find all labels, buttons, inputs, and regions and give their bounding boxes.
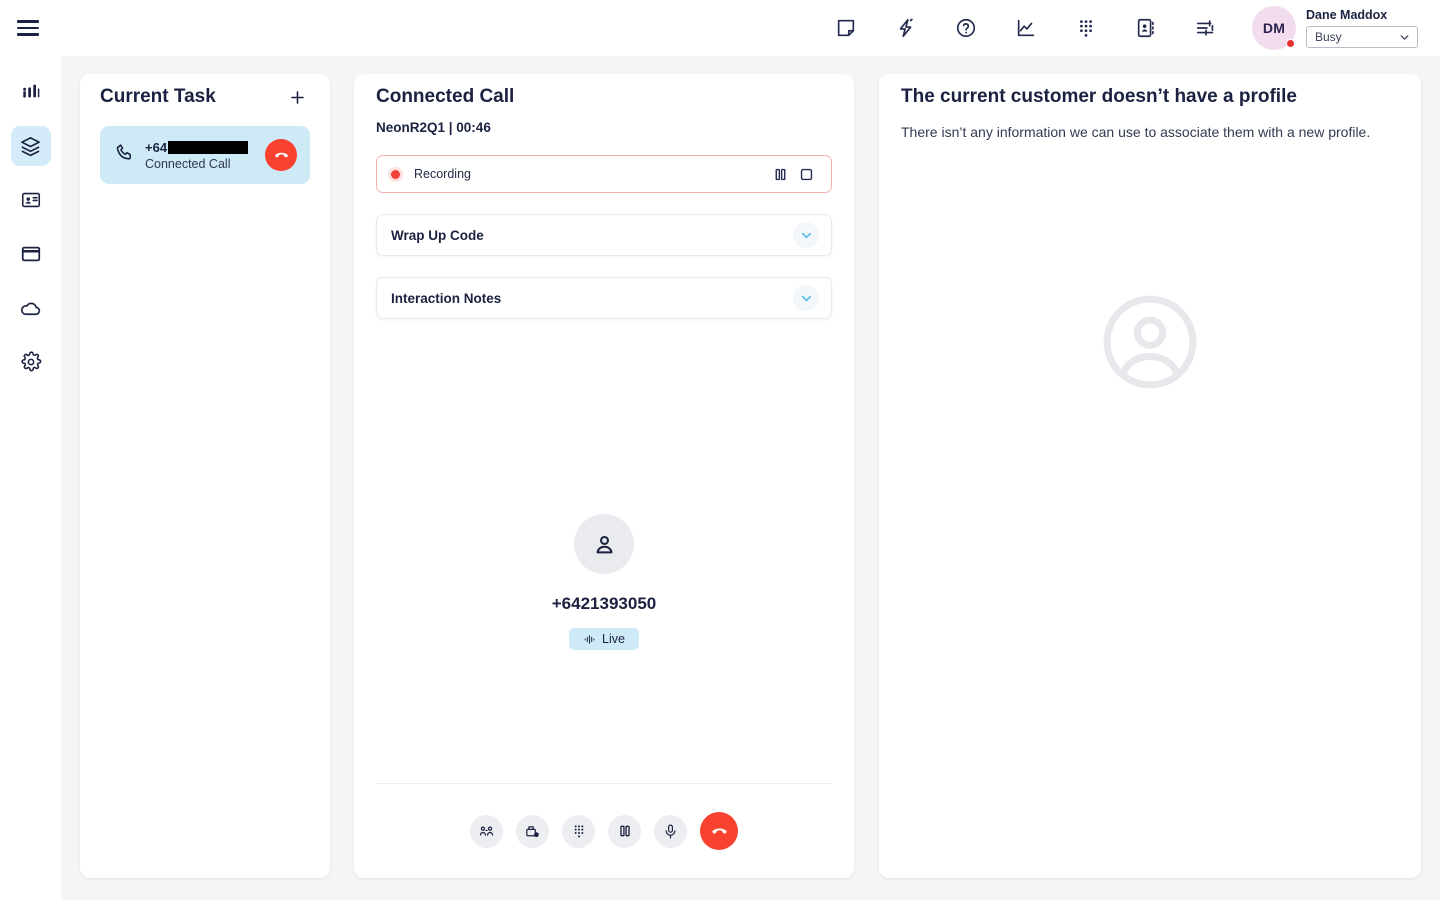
sidebar-item-settings[interactable] bbox=[11, 342, 51, 382]
top-bar: DM Dane Maddox Busy bbox=[0, 0, 1440, 56]
phone-hangup-icon bbox=[273, 147, 290, 164]
task-card-subtitle: Connected Call bbox=[145, 157, 255, 171]
phone-hangup-icon bbox=[710, 822, 729, 841]
main-area: Current Task +64 Connected Call bbox=[61, 56, 1440, 900]
pause-icon bbox=[617, 823, 633, 839]
phone-icon bbox=[114, 142, 135, 168]
task-card-text: +64 Connected Call bbox=[145, 140, 255, 171]
caller-avatar bbox=[574, 514, 634, 574]
transfer-icon bbox=[524, 823, 541, 840]
interaction-notes-accordion[interactable]: Interaction Notes bbox=[376, 277, 832, 319]
wrap-up-code-label: Wrap Up Code bbox=[391, 228, 484, 243]
cloud-icon bbox=[19, 297, 42, 320]
plus-icon bbox=[288, 88, 307, 107]
user-block: DM Dane Maddox Busy bbox=[1252, 6, 1418, 50]
recording-dot-icon bbox=[391, 170, 400, 179]
sidebar-item-window[interactable] bbox=[11, 234, 51, 274]
live-badge: Live bbox=[569, 628, 639, 650]
bar-chart-icon bbox=[20, 81, 42, 103]
recording-label: Recording bbox=[414, 167, 767, 181]
help-circle-icon[interactable] bbox=[946, 8, 986, 48]
status-select[interactable]: Busy bbox=[1306, 26, 1418, 48]
sidebar-rail bbox=[0, 56, 61, 900]
current-task-panel: Current Task +64 Connected Call bbox=[80, 74, 330, 878]
connected-call-panel: Connected Call NeonR2Q1 | 00:46 Recordin… bbox=[354, 74, 854, 878]
sidebar-item-dashboard[interactable] bbox=[11, 72, 51, 112]
customer-profile-title: The current customer doesn’t have a prof… bbox=[901, 86, 1399, 108]
hold-button[interactable] bbox=[608, 815, 641, 848]
recording-stop-button[interactable] bbox=[793, 161, 819, 187]
connected-call-title: Connected Call bbox=[376, 86, 832, 108]
person-icon bbox=[591, 531, 618, 558]
status-dot bbox=[1286, 39, 1295, 48]
microphone-icon bbox=[662, 823, 679, 840]
connected-call-meta: NeonR2Q1 | 00:46 bbox=[376, 120, 832, 135]
sliders-settings-icon[interactable] bbox=[1186, 8, 1226, 48]
redaction-bar bbox=[168, 141, 248, 154]
layers-icon bbox=[19, 135, 42, 158]
person-circle-icon bbox=[1094, 286, 1206, 398]
two-people-icon bbox=[478, 823, 495, 840]
stop-square-icon bbox=[798, 166, 815, 183]
profile-placeholder-avatar bbox=[879, 286, 1421, 398]
connected-call-header: Connected Call NeonR2Q1 | 00:46 bbox=[354, 74, 854, 135]
customer-profile-header: The current customer doesn’t have a prof… bbox=[879, 74, 1421, 143]
note-icon[interactable] bbox=[826, 8, 866, 48]
dialpad-icon bbox=[571, 823, 587, 839]
user-name: Dane Maddox bbox=[1306, 8, 1418, 22]
mute-button[interactable] bbox=[654, 815, 687, 848]
hamburger-bar bbox=[17, 27, 39, 30]
chevron-down-icon bbox=[793, 222, 819, 248]
browser-window-icon bbox=[20, 243, 42, 265]
hamburger-bar bbox=[17, 20, 39, 23]
call-controls-divider bbox=[376, 783, 832, 784]
add-task-button[interactable] bbox=[284, 84, 310, 110]
transfer-button[interactable] bbox=[516, 815, 549, 848]
hamburger-menu-icon[interactable] bbox=[0, 0, 56, 56]
task-card-end-call-button[interactable] bbox=[265, 139, 297, 171]
call-controls bbox=[354, 812, 854, 850]
conference-button[interactable] bbox=[470, 815, 503, 848]
gear-icon bbox=[20, 351, 42, 373]
contact-card-icon bbox=[20, 189, 42, 211]
analytics-chart-icon[interactable] bbox=[1006, 8, 1046, 48]
wrap-up-code-accordion[interactable]: Wrap Up Code bbox=[376, 214, 832, 256]
end-call-button[interactable] bbox=[700, 812, 738, 850]
task-card-number: +64 bbox=[145, 140, 167, 155]
dialpad-icon[interactable] bbox=[1066, 8, 1106, 48]
audio-waveform-icon bbox=[583, 633, 596, 646]
status-select-value: Busy bbox=[1315, 30, 1342, 44]
recording-pause-button[interactable] bbox=[767, 161, 793, 187]
chevron-down-icon bbox=[793, 285, 819, 311]
live-badge-label: Live bbox=[602, 632, 625, 646]
avatar[interactable]: DM bbox=[1252, 6, 1296, 50]
sidebar-item-contacts[interactable] bbox=[11, 180, 51, 220]
topbar-icon-group bbox=[826, 8, 1226, 48]
recording-bar: Recording bbox=[376, 155, 832, 193]
page-title: Current Task bbox=[100, 86, 216, 108]
sidebar-item-cloud[interactable] bbox=[11, 288, 51, 328]
dialpad-button[interactable] bbox=[562, 815, 595, 848]
pause-icon bbox=[772, 166, 789, 183]
chevron-down-icon bbox=[1398, 31, 1411, 44]
user-info: Dane Maddox Busy bbox=[1306, 8, 1418, 48]
task-card-number-row: +64 bbox=[145, 140, 255, 155]
sidebar-item-workspace[interactable] bbox=[11, 126, 51, 166]
caller-number: +6421393050 bbox=[552, 594, 656, 614]
contact-book-icon[interactable] bbox=[1126, 8, 1166, 48]
lightning-bolt-icon[interactable] bbox=[886, 8, 926, 48]
current-task-header: Current Task bbox=[80, 74, 330, 110]
interaction-notes-label: Interaction Notes bbox=[391, 291, 501, 306]
customer-profile-subtitle: There isn’t any information we can use t… bbox=[901, 122, 1381, 143]
hamburger-bar bbox=[17, 33, 39, 36]
task-card-connected-call[interactable]: +64 Connected Call bbox=[100, 126, 310, 184]
customer-profile-panel: The current customer doesn’t have a prof… bbox=[879, 74, 1421, 878]
caller-block: +6421393050 Live bbox=[354, 514, 854, 650]
